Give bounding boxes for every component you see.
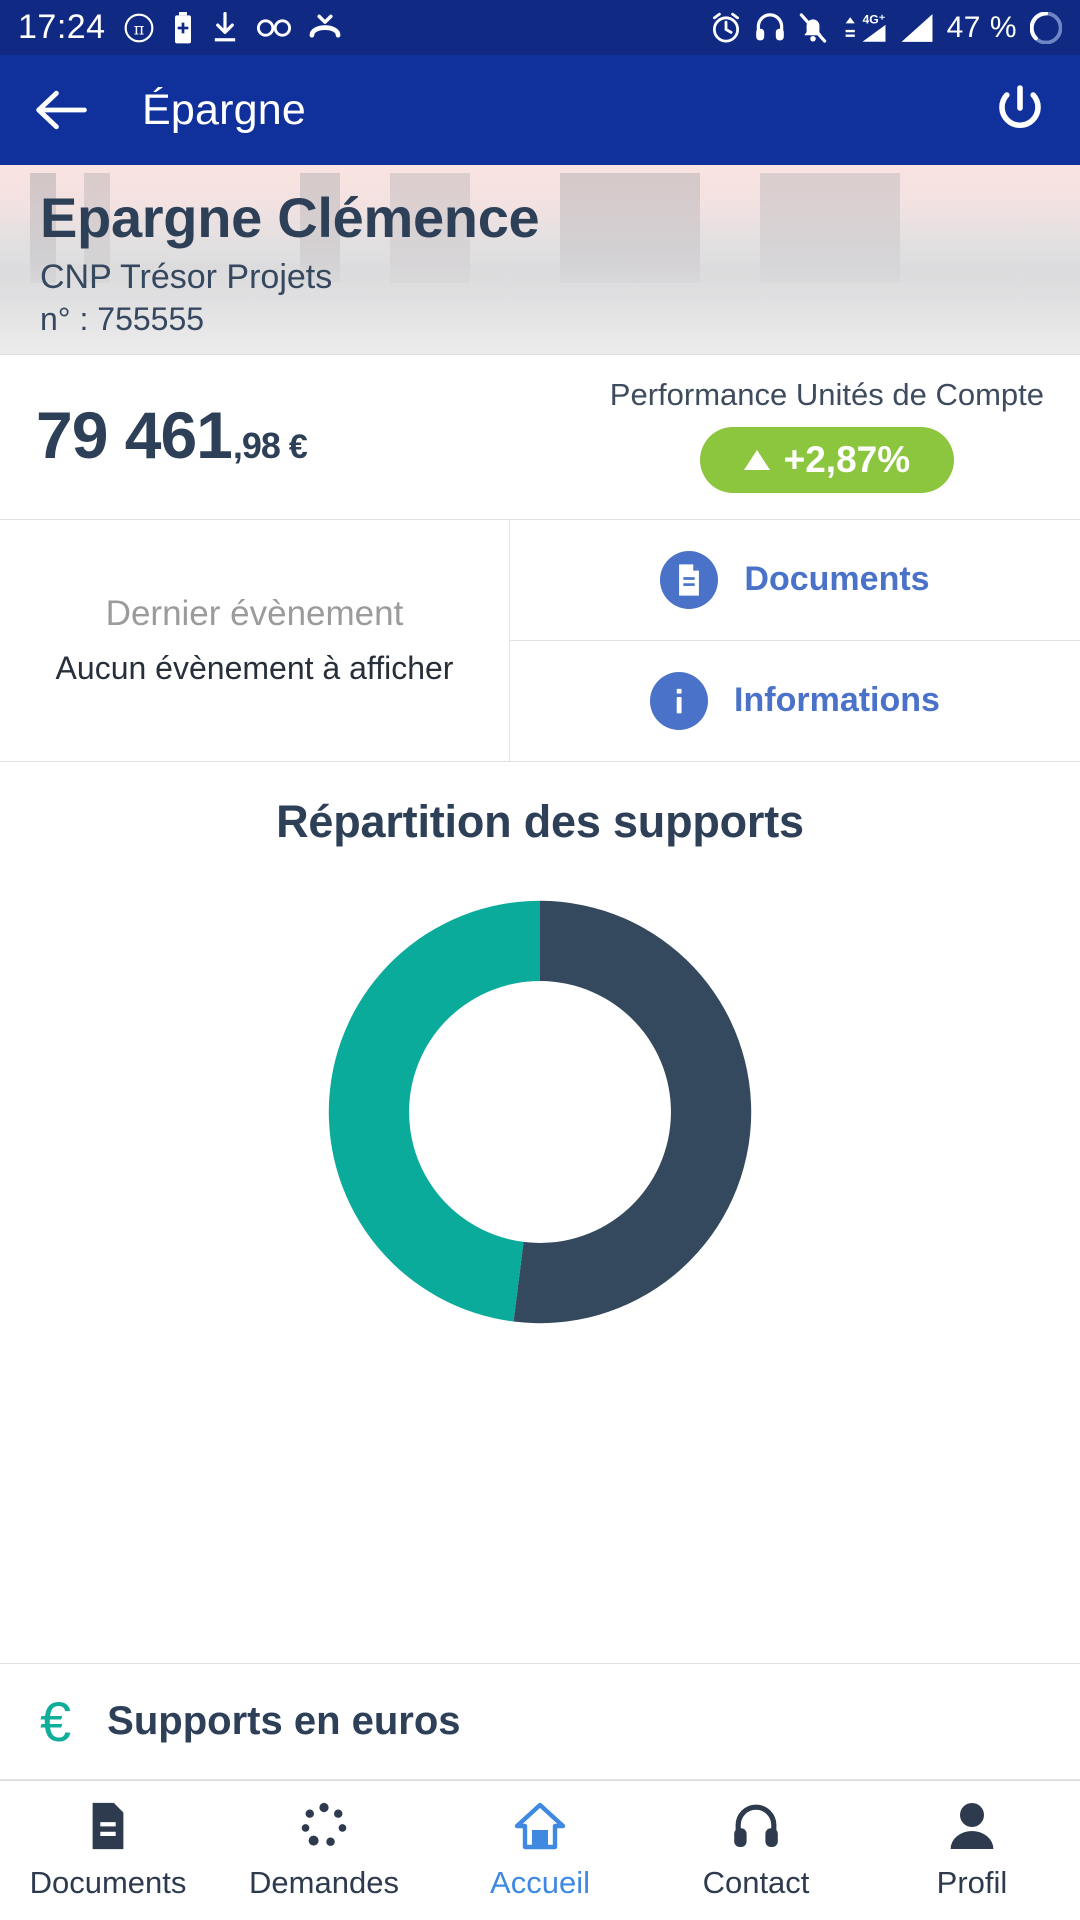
donut-chart[interactable] [320,892,760,1337]
info-icon [650,671,709,730]
nav-label-demandes: Demandes [249,1864,399,1900]
performance-block: Performance Unités de Compte +2,87% [610,377,1044,493]
headset-icon [755,12,785,44]
supports-en-euros-label: Supports en euros [107,1699,461,1743]
network-4g-plus-icon: 4G⁺ [841,11,887,45]
quick-actions: Documents Informations [510,520,1080,761]
supports-en-euros-row[interactable]: € Supports en euros [0,1664,1080,1780]
pi-icon: π [123,12,155,44]
performance-badge: +2,87% [699,427,955,493]
signal-bars-icon [900,12,934,44]
nav-label-contact: Contact [702,1864,810,1900]
download-icon [211,11,239,44]
status-bar-left: 17:24 π [18,8,341,47]
last-event-title: Dernier évènement [105,594,404,633]
euro-icon: € [40,1689,72,1753]
voicemail-icon [256,15,292,41]
balance-decimal: ,98 [232,425,281,466]
action-informations[interactable]: Informations [510,641,1080,762]
donut-slice[interactable] [328,900,540,1322]
power-icon[interactable] [994,82,1046,138]
status-bar-clock: 17:24 [18,8,106,46]
performance-label: Performance Unités de Compte [609,377,1044,412]
last-event-message: Aucun évènement à afficher [55,650,454,686]
last-event-card: Dernier évènement Aucun évènement à affi… [0,520,510,761]
arrow-back-icon[interactable] [34,88,90,132]
battery-charging-icon [172,11,194,44]
balance-amount: 79 461 ,98 € [36,397,308,473]
nav-item-documents[interactable]: Documents [0,1801,216,1901]
nav-item-accueil[interactable]: Accueil [432,1801,648,1901]
triangle-up-icon [743,450,770,470]
action-documents[interactable]: Documents [510,520,1080,641]
action-documents-label: Documents [744,560,930,599]
balance-integer: 79 461 [36,398,233,472]
headset-icon [733,1801,779,1851]
status-bar: 17:24 π 4G⁺ 47 % [0,0,1080,55]
nav-item-demandes[interactable]: Demandes [216,1801,432,1901]
product-name: CNP Trésor Projets [40,257,333,296]
person-icon [949,1801,995,1851]
alarm-icon [710,12,742,44]
bottom-navigation: Documents Demandes Accueil Contact Profi… [0,1780,1080,1920]
nav-label-documents: Documents [29,1864,187,1900]
nav-item-profil[interactable]: Profil [864,1801,1080,1901]
repartition-chart-section: Répartition des supports [0,762,1080,1664]
donut-slice[interactable] [513,900,752,1324]
sync-circle-icon [1030,11,1062,44]
battery-percent-label: 47 % [946,10,1017,44]
nav-label-profil: Profil [936,1864,1008,1900]
hero-content: Epargne Clémence CNP Trésor Projets n° :… [0,165,1080,354]
balance-section: 79 461 ,98 € Performance Unités de Compt… [0,355,1080,520]
balance-currency: € [288,428,308,466]
donut-chart-svg [328,900,752,1324]
contract-number: n° : 755555 [40,301,205,337]
contract-name: Epargne Clémence [40,186,540,250]
account-hero: Epargne Clémence CNP Trésor Projets n° :… [0,165,1080,355]
svg-text:π: π [133,19,144,38]
performance-value: +2,87% [783,439,911,480]
event-actions-section: Dernier évènement Aucun évènement à affi… [0,520,1080,762]
screen-root: 17:24 π 4G⁺ 47 % Épargne Epargne Clémenc… [0,0,1080,1920]
action-informations-label: Informations [734,681,940,720]
status-bar-right: 4G⁺ 47 % [710,11,1062,45]
home-icon [514,1801,566,1851]
document-icon [660,550,719,609]
nav-label-accueil: Accueil [490,1864,590,1900]
nav-item-contact[interactable]: Contact [648,1801,864,1901]
dots-loader-icon [299,1801,349,1851]
document-icon [86,1801,130,1851]
notifications-off-icon [798,12,828,44]
svg-text:4G⁺: 4G⁺ [862,12,885,26]
chart-title: Répartition des supports [276,796,804,847]
missed-call-icon [309,14,341,42]
app-bar: Épargne [0,55,1080,165]
page-title: Épargne [142,85,306,134]
